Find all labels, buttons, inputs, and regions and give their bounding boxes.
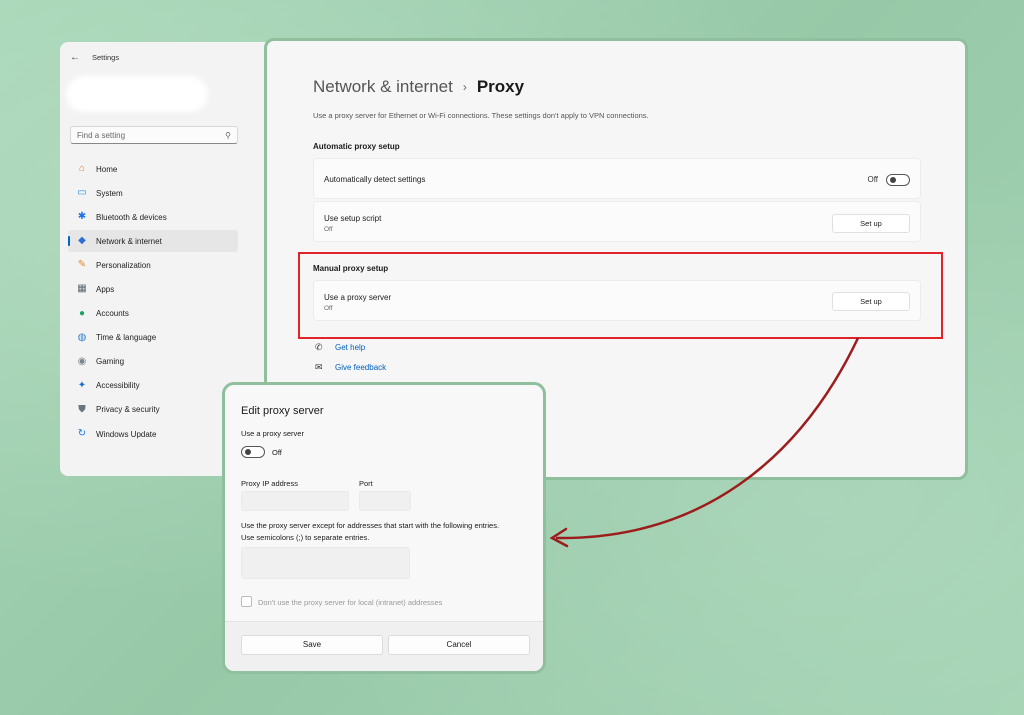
- sidebar-item-home[interactable]: ⌂ Home: [68, 158, 238, 180]
- gamepad-icon: ◉: [77, 355, 87, 367]
- auto-proxy-heading: Automatic proxy setup: [313, 142, 400, 151]
- sidebar-item-apps[interactable]: ▦ Apps: [68, 278, 238, 300]
- sidebar-nav: ⌂ Home ▭ System ✱ Bluetooth & devices ◆ Network…: [68, 158, 238, 447]
- sidebar-item-bluetooth-devices[interactable]: ✱ Bluetooth & devices: [68, 206, 238, 228]
- proxy-ip-label: Proxy IP address: [241, 479, 298, 488]
- accounts-icon: ●: [78, 307, 86, 319]
- apps-icon: ▦: [77, 283, 87, 295]
- window-title: Settings: [92, 53, 120, 62]
- setup-script-label: Use setup script: [324, 214, 382, 223]
- home-icon: ⌂: [78, 163, 86, 174]
- dialog-toggle-state: Off: [272, 448, 282, 457]
- cancel-button[interactable]: Cancel: [388, 635, 530, 655]
- chevron-right-icon: ›: [462, 80, 467, 94]
- sidebar-item-time-language[interactable]: ◍ Time & language: [68, 327, 238, 349]
- sidebar-item-accounts[interactable]: ● Accounts: [68, 303, 238, 325]
- port-label: Port: [359, 479, 373, 488]
- give-feedback-link[interactable]: ✉ Give feedback: [315, 362, 386, 373]
- help-icon: ✆: [315, 342, 323, 352]
- brush-icon: ✎: [77, 259, 87, 271]
- search-input[interactable]: Find a setting ⚲: [70, 126, 238, 144]
- dialog-footer: Save Cancel: [225, 621, 543, 671]
- get-help-link[interactable]: ✆ Get help: [315, 342, 365, 353]
- manual-setup-highlight: [298, 252, 943, 339]
- sidebar-item-personalization[interactable]: ✎ Personalization: [68, 254, 238, 276]
- accessibility-icon: ✦: [77, 379, 87, 391]
- exceptions-text-1: Use the proxy server except for addresse…: [241, 521, 500, 530]
- dialog-proxy-toggle[interactable]: [241, 446, 265, 458]
- local-bypass-checkbox[interactable]: [241, 596, 252, 607]
- system-icon: ▭: [77, 187, 87, 199]
- update-icon: ↻: [77, 428, 87, 440]
- blurred-profile: [66, 76, 208, 112]
- sidebar-item-accessibility[interactable]: ✦ Accessibility: [68, 375, 238, 397]
- auto-detect-label: Automatically detect settings: [324, 175, 426, 184]
- search-placeholder: Find a setting: [77, 130, 126, 140]
- sidebar-item-privacy-security[interactable]: ⛊ Privacy & security: [68, 399, 238, 421]
- sidebar-item-label: Windows Update: [96, 429, 157, 439]
- port-input[interactable]: [359, 491, 411, 511]
- sidebar-item-label: Home: [96, 164, 118, 174]
- shield-icon: ⛊: [78, 403, 86, 415]
- sidebar-item-network-internet[interactable]: ◆ Network & internet: [68, 230, 238, 253]
- sidebar-item-gaming[interactable]: ◉ Gaming: [68, 351, 238, 373]
- get-help-label[interactable]: Get help: [335, 343, 365, 352]
- page-description: Use a proxy server for Ethernet or Wi-Fi…: [313, 111, 649, 120]
- back-arrow-icon[interactable]: ←: [70, 52, 80, 63]
- sidebar-item-label: Accessibility: [96, 381, 140, 391]
- globe-icon: ◍: [77, 331, 87, 343]
- setup-script-state: Off: [324, 226, 333, 233]
- sidebar-item-label: Privacy & security: [96, 405, 160, 415]
- sidebar-item-label: Network & internet: [96, 236, 162, 246]
- wifi-icon: ◆: [78, 235, 86, 247]
- local-bypass-label: Don't use the proxy server for local (in…: [258, 598, 443, 607]
- auto-detect-toggle[interactable]: [886, 174, 910, 186]
- auto-detect-card: Automatically detect settings Off: [313, 158, 921, 199]
- breadcrumb: Network & internet › Proxy: [313, 77, 524, 97]
- proxy-ip-input[interactable]: [241, 491, 349, 511]
- sidebar-item-label: System: [96, 188, 123, 198]
- exceptions-input[interactable]: [241, 547, 410, 579]
- sidebar-item-label: Apps: [96, 284, 115, 294]
- sidebar-item-windows-update[interactable]: ↻ Windows Update: [68, 423, 238, 445]
- sidebar-item-label: Bluetooth & devices: [96, 212, 167, 222]
- dialog-title: Edit proxy server: [241, 405, 324, 417]
- page-title: Proxy: [476, 77, 525, 96]
- exceptions-text-2: Use semicolons (;) to separate entries.: [241, 533, 370, 542]
- sidebar-item-label: Gaming: [96, 357, 125, 367]
- sidebar-item-system[interactable]: ▭ System: [68, 182, 238, 204]
- bluetooth-icon: ✱: [77, 211, 87, 223]
- auto-detect-state: Off: [867, 175, 878, 184]
- give-feedback-label[interactable]: Give feedback: [335, 363, 386, 372]
- sidebar-item-label: Personalization: [96, 260, 151, 270]
- edit-proxy-dialog: Edit proxy server Use a proxy server Off…: [222, 382, 546, 674]
- title-bar: ← Settings: [70, 52, 119, 63]
- setup-script-card: Use setup script Off Set up: [313, 201, 921, 242]
- sidebar-item-label: Accounts: [96, 309, 129, 319]
- sidebar-item-label: Time & language: [96, 333, 157, 343]
- setup-script-button[interactable]: Set up: [832, 214, 910, 233]
- search-icon[interactable]: ⚲: [225, 131, 231, 140]
- save-button[interactable]: Save: [241, 635, 383, 655]
- feedback-icon: ✉: [315, 362, 323, 372]
- breadcrumb-network[interactable]: Network & internet: [313, 77, 453, 97]
- dialog-use-proxy-label: Use a proxy server: [241, 429, 304, 438]
